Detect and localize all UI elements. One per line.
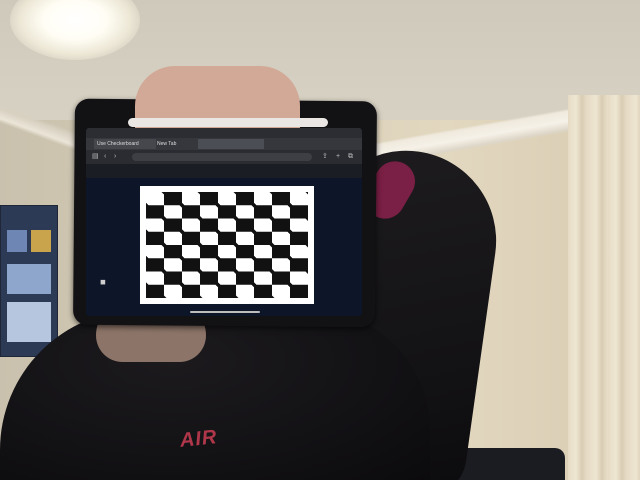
checkerboard-pattern <box>146 192 308 298</box>
person-torso <box>0 310 430 480</box>
browser-tab[interactable]: Use Checkerboard <box>94 139 156 149</box>
photo-scene: AIR Use Checkerboard New Tab ▤ ‹ › ⇪ + ⧉… <box>0 0 640 480</box>
add-tab-icon[interactable]: + <box>336 152 340 161</box>
browser-tab-bar: Use Checkerboard New Tab <box>86 138 362 150</box>
background-clutter <box>455 448 565 480</box>
home-indicator <box>190 311 260 313</box>
poster-title <box>5 210 53 222</box>
poster-figure <box>7 302 51 342</box>
tablet-screen: Use Checkerboard New Tab ▤ ‹ › ⇪ + ⧉ ◼ <box>86 128 362 316</box>
shirt-logo: AIR <box>178 426 219 452</box>
forward-icon[interactable]: › <box>114 152 116 161</box>
page-side-icon: ◼ <box>100 279 106 286</box>
poster-figure <box>7 264 51 294</box>
browser-tab-active[interactable] <box>198 139 264 149</box>
sidebar-icon[interactable]: ▤ <box>92 152 99 161</box>
stylus-pencil <box>128 118 328 127</box>
window-curtain <box>568 95 640 480</box>
browser-address-bar: ▤ ‹ › ⇪ + ⧉ <box>86 150 362 164</box>
page-header <box>86 164 362 178</box>
url-field[interactable] <box>132 153 312 161</box>
poster-figure <box>31 230 51 252</box>
browser-tab[interactable]: New Tab <box>154 139 200 149</box>
back-icon[interactable]: ‹ <box>104 152 106 161</box>
checkerboard-frame <box>140 186 314 304</box>
poster-figure <box>7 230 27 252</box>
tabs-overview-icon[interactable]: ⧉ <box>348 152 353 161</box>
share-icon[interactable]: ⇪ <box>322 152 328 161</box>
status-bar <box>86 128 362 138</box>
wall-poster <box>0 205 58 357</box>
